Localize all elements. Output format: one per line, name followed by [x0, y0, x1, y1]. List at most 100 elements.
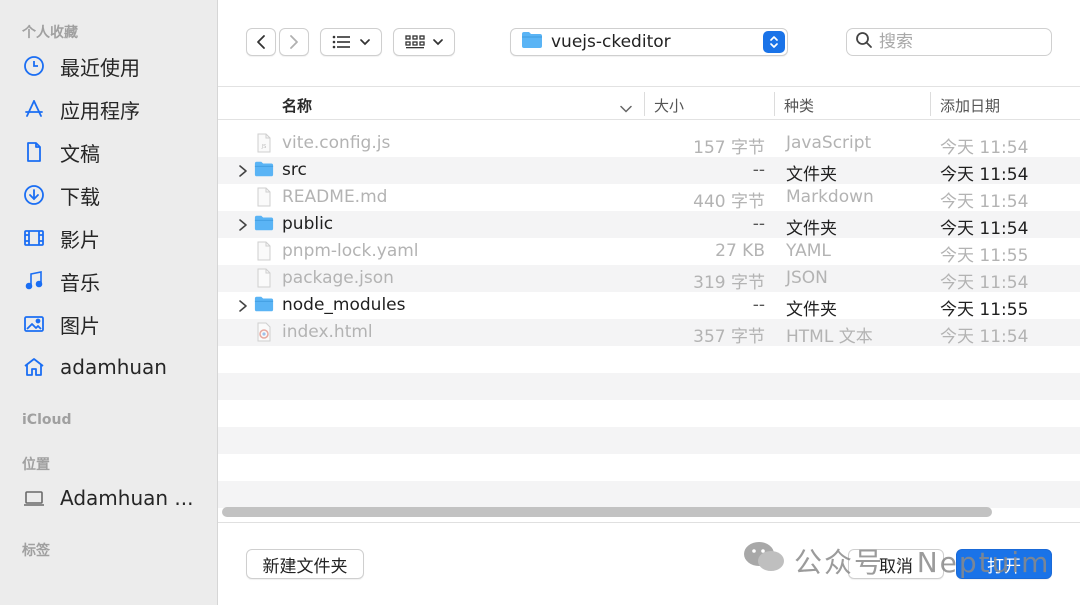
grid-view-button[interactable] — [393, 28, 455, 56]
photo-icon — [22, 312, 52, 336]
forward-button[interactable] — [279, 28, 309, 56]
column-header-date[interactable]: 添加日期 — [940, 95, 1000, 116]
file-kind: Markdown — [786, 187, 874, 207]
sidebar-item-home[interactable]: adamhuan — [22, 351, 212, 383]
sidebar-item-pictures[interactable]: 图片 — [22, 308, 212, 340]
file-size: 27 KB — [715, 241, 765, 261]
empty-row — [218, 427, 1080, 454]
empty-row — [218, 454, 1080, 481]
file-kind: JavaScript — [786, 133, 872, 153]
new-folder-button[interactable]: 新建文件夹 — [246, 549, 364, 579]
locations-header: 位置 — [22, 457, 50, 473]
table-row: package.json 319 字节 JSON 今天 11:54 — [218, 265, 1080, 293]
horizontal-scrollbar[interactable] — [222, 507, 992, 517]
table-row: README.md 440 字节 Markdown 今天 11:54 — [218, 184, 1080, 212]
updown-chevron-icon — [763, 31, 785, 53]
wechat-logo-icon — [742, 540, 786, 581]
sidebar: 个人收藏 最近使用 应用程序 文稿 下载 影片 音乐 图片 adamhuan i… — [0, 0, 218, 605]
column-separator[interactable] — [930, 92, 931, 116]
search-icon — [855, 31, 873, 53]
table-row: JS vite.config.js 157 字节 JavaScript 今天 1… — [218, 130, 1080, 158]
file-kind: YAML — [786, 241, 831, 261]
folder-icon — [254, 295, 274, 315]
column-separator[interactable] — [774, 92, 775, 116]
table-row[interactable]: public -- 文件夹 今天 11:54 — [218, 211, 1080, 239]
tags-header: 标签 — [22, 543, 50, 559]
film-icon — [22, 226, 52, 250]
open-button[interactable]: 打开 — [956, 549, 1052, 579]
laptop-icon — [22, 486, 52, 510]
sidebar-item-applications[interactable]: 应用程序 — [22, 93, 212, 125]
file-size: -- — [752, 295, 765, 315]
file-size: 319 字节 — [693, 273, 765, 293]
sidebar-item-label: 最近使用 — [60, 55, 140, 80]
file-name: public — [282, 214, 334, 234]
sidebar-item-movies[interactable]: 影片 — [22, 222, 212, 254]
svg-text:JS: JS — [261, 144, 267, 150]
file-date: 今天 11:54 — [940, 327, 1029, 347]
folder-icon — [254, 214, 274, 234]
file-kind: HTML 文本 — [786, 327, 873, 347]
search-field[interactable] — [846, 28, 1052, 56]
column-header-name[interactable]: 名称 — [282, 95, 312, 116]
list-icon — [332, 35, 352, 49]
music-icon — [22, 269, 52, 293]
search-input[interactable] — [879, 32, 1039, 52]
table-row[interactable]: src -- 文件夹 今天 11:54 — [218, 157, 1080, 185]
table-row: pnpm-lock.yaml 27 KB YAML 今天 11:55 — [218, 238, 1080, 266]
empty-row — [218, 373, 1080, 400]
file-date: 今天 11:55 — [940, 300, 1029, 320]
column-separator[interactable] — [644, 92, 645, 116]
grid-icon — [405, 35, 425, 49]
cancel-button[interactable]: 取消 — [848, 549, 944, 579]
clock-icon — [22, 54, 52, 78]
file-kind: 文件夹 — [786, 165, 837, 185]
sidebar-item-label: 影片 — [60, 227, 100, 252]
back-button[interactable] — [246, 28, 276, 56]
empty-row — [218, 400, 1080, 427]
file-date: 今天 11:54 — [940, 165, 1029, 185]
file-list: JS vite.config.js 157 字节 JavaScript 今天 1… — [218, 130, 1080, 508]
sidebar-item-label: Adamhuan ... — [60, 486, 194, 510]
sidebar-item-location-mac[interactable]: Adamhuan ... — [22, 482, 212, 514]
chevron-down-icon — [620, 98, 632, 117]
file-name: vite.config.js — [282, 133, 391, 153]
file-name: package.json — [282, 268, 394, 288]
column-header-bar: 名称 大小 种类 添加日期 — [218, 86, 1080, 120]
sidebar-item-recents[interactable]: 最近使用 — [22, 50, 212, 82]
file-date: 今天 11:54 — [940, 138, 1029, 158]
file-icon — [254, 241, 274, 261]
sidebar-item-label: 下载 — [60, 184, 100, 209]
column-header-kind[interactable]: 种类 — [784, 95, 814, 116]
chevron-down-icon — [433, 38, 443, 46]
file-size: -- — [752, 160, 765, 180]
apps-icon — [22, 97, 52, 121]
divider — [218, 522, 1080, 523]
file-name: node_modules — [282, 295, 406, 315]
document-icon — [22, 140, 52, 164]
file-size: 357 字节 — [693, 327, 765, 347]
sidebar-item-label: 文稿 — [60, 141, 100, 166]
sidebar-item-label: 图片 — [60, 313, 100, 338]
sidebar-item-downloads[interactable]: 下载 — [22, 179, 212, 211]
column-header-size[interactable]: 大小 — [654, 95, 684, 116]
file-date: 今天 11:55 — [940, 246, 1029, 266]
disclosure-triangle-icon[interactable] — [238, 217, 252, 231]
folder-icon — [254, 160, 274, 180]
file-name: src — [282, 160, 307, 180]
file-icon — [254, 268, 274, 288]
location-popup[interactable]: vuejs-ckeditor — [510, 28, 788, 56]
sidebar-item-music[interactable]: 音乐 — [22, 265, 212, 297]
file-size: -- — [752, 214, 765, 234]
location-label: vuejs-ckeditor — [551, 32, 671, 52]
table-row[interactable]: node_modules -- 文件夹 今天 11:55 — [218, 292, 1080, 320]
list-view-button[interactable] — [320, 28, 382, 56]
disclosure-triangle-icon[interactable] — [238, 298, 252, 312]
file-kind: 文件夹 — [786, 219, 837, 239]
file-kind: 文件夹 — [786, 300, 837, 320]
sidebar-item-documents[interactable]: 文稿 — [22, 136, 212, 168]
file-name: index.html — [282, 322, 373, 342]
disclosure-triangle-icon[interactable] — [238, 163, 252, 177]
empty-row — [218, 481, 1080, 508]
empty-row — [218, 346, 1080, 373]
